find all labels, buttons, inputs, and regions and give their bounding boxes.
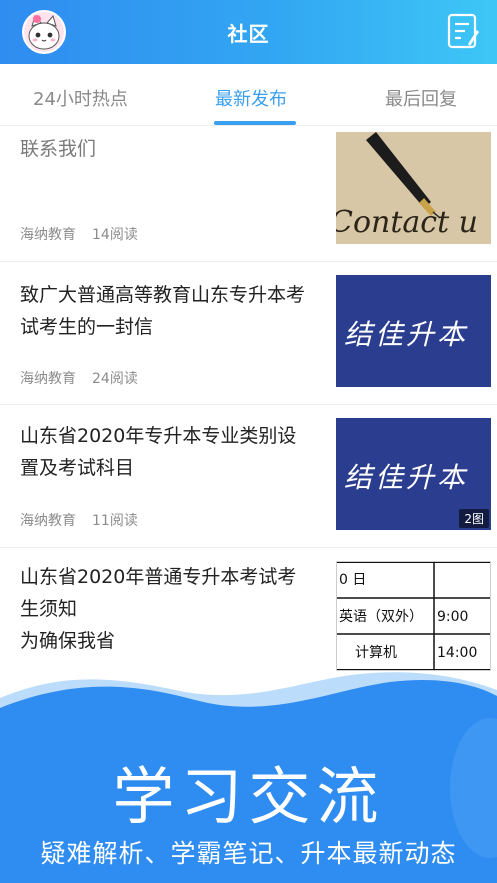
tab-24h-hot[interactable]: 24小时热点 (33, 85, 128, 111)
tab-bar: 24小时热点 最新发布 最后回复 (0, 64, 497, 126)
post-meta: 海纳教育 11阅读 (20, 510, 138, 530)
thumb-text: 结佳升本 (344, 318, 469, 351)
post-reads: 24阅读 (92, 371, 138, 387)
promo-banner: 学习交流 疑难解析、学霸笔记、升本最新动态 (0, 668, 497, 883)
post-thumbnail: 0 日 英语（双外） 9:00 计算机 14:00 (336, 561, 491, 671)
active-tab-indicator (214, 121, 296, 125)
post-author: 海纳教育 (20, 513, 76, 529)
promo-title: 学习交流 (112, 760, 385, 833)
promo-subtitle: 疑难解析、学霸笔记、升本最新动态 (40, 839, 457, 868)
list-item[interactable]: 致广大普通高等教育山东专升本考试考生的一封信 海纳教育 24阅读 结佳升本 (0, 262, 497, 405)
tab-last-reply[interactable]: 最后回复 (385, 85, 457, 111)
exam-table-image: 0 日 英语（双外） 9:00 计算机 14:00 (337, 562, 490, 670)
post-thumbnail: 结佳升本 (336, 275, 491, 387)
table-cell: 14:00 (437, 645, 477, 661)
post-title: 致广大普通高等教育山东专升本考试考生的一封信 (20, 284, 306, 338)
app-header: 社区 (0, 0, 497, 64)
fountain-pen-image: Contact u (336, 132, 491, 244)
table-cell: 计算机 (355, 645, 397, 661)
post-author: 海纳教育 (20, 227, 76, 243)
post-thumbnail: 结佳升本 2图 (336, 418, 491, 530)
post-title: 山东省2020年专升本专业类别设置及考试科目 (20, 425, 297, 479)
compose-button[interactable] (446, 12, 480, 50)
page-title: 社区 (227, 22, 270, 46)
list-item[interactable]: 山东省2020年普通专升本考试考生须知 为确保我省 0 日 英语（双外） 9:0… (0, 548, 497, 678)
table-cell: 9:00 (437, 609, 468, 625)
post-meta: 海纳教育 14阅读 (20, 224, 138, 244)
table-cell: 英语（双外） (339, 608, 423, 625)
post-title: 山东省2020年普通专升本考试考生须知 为确保我省 (20, 566, 297, 652)
compose-note-icon (447, 13, 479, 49)
image-count-badge: 2图 (459, 509, 489, 528)
thumb-text: 结佳升本 (344, 461, 469, 494)
thumb-text: Contact u (336, 205, 478, 240)
tab-latest[interactable]: 最新发布 (215, 85, 287, 111)
post-author: 海纳教育 (20, 371, 76, 387)
table-cell: 0 日 (339, 572, 366, 588)
post-thumbnail: Contact u (336, 132, 491, 244)
post-reads: 14阅读 (92, 227, 138, 243)
post-reads: 11阅读 (92, 513, 138, 529)
list-item[interactable]: 山东省2020年专升本专业类别设置及考试科目 海纳教育 11阅读 结佳升本 2图 (0, 405, 497, 548)
list-item[interactable]: 联系我们 海纳教育 14阅读 Contact u (0, 127, 497, 262)
post-meta: 海纳教育 24阅读 (20, 368, 138, 388)
post-title: 联系我们 (20, 138, 97, 160)
